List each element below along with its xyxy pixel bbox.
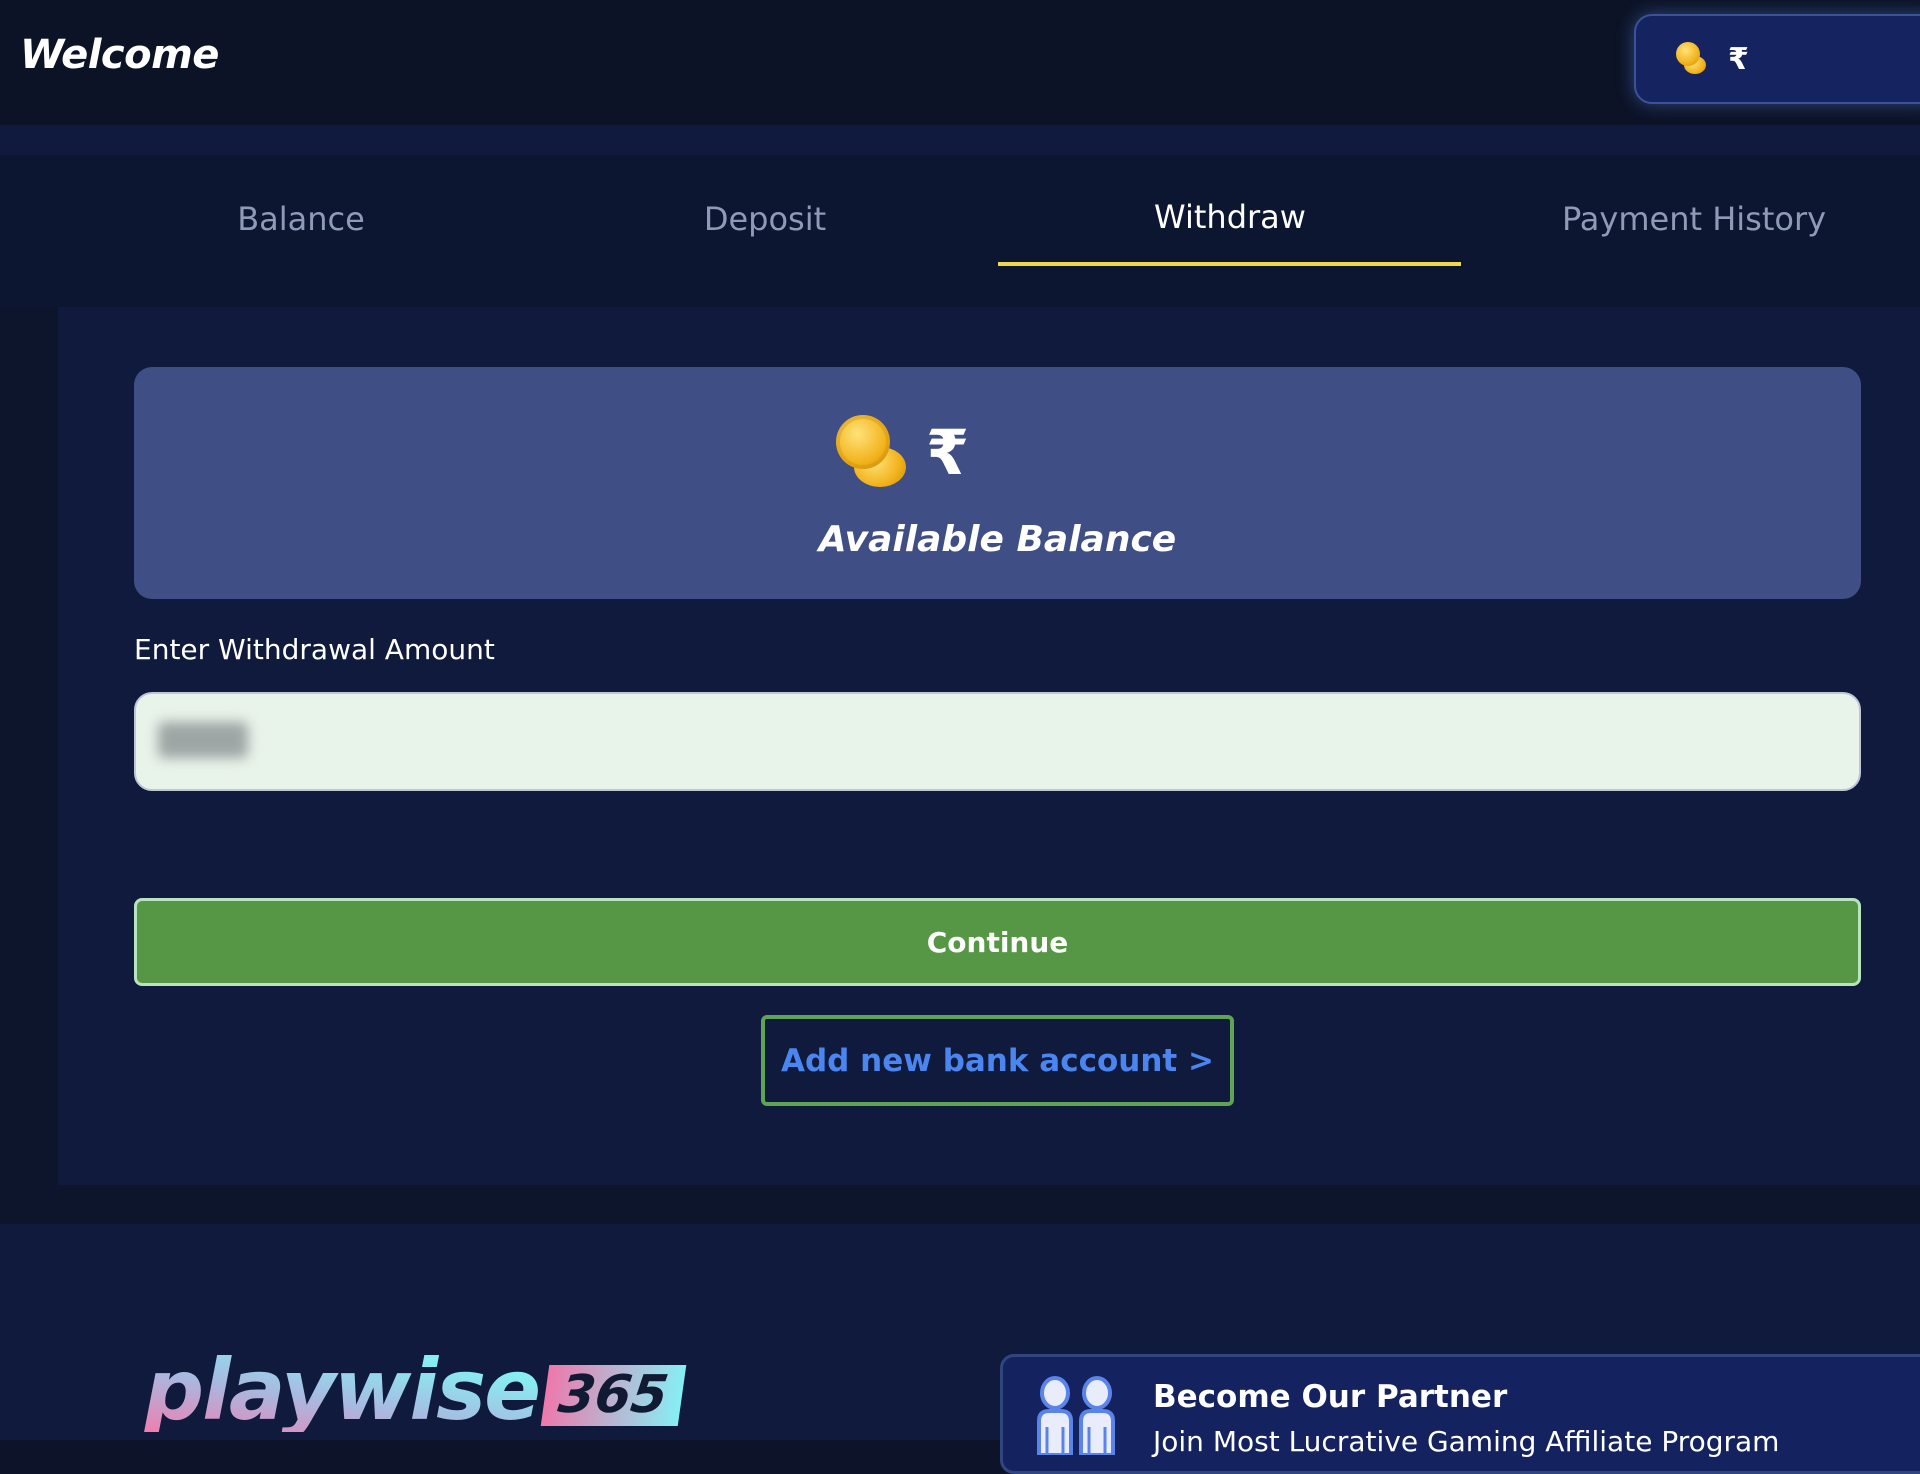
playwise-logo[interactable]: playwise 365 [144, 1348, 686, 1432]
rupee-symbol: ₹ [926, 416, 970, 489]
header-balance-pill[interactable]: ₹ [1634, 14, 1920, 104]
active-tab-indicator [998, 262, 1461, 266]
header-divider-strip [0, 125, 1920, 155]
partner-subtitle: Join Most Lucrative Gaming Affiliate Pro… [1153, 1425, 1780, 1458]
partner-title: Become Our Partner [1153, 1379, 1508, 1415]
footer: playwise 365 Become Our Partner Join Mos… [0, 1224, 1920, 1474]
available-balance-card: ₹ Available Balance [134, 367, 1861, 599]
become-partner-card[interactable]: Become Our Partner Join Most Lucrative G… [1000, 1354, 1920, 1474]
top-header: Welcome ₹ [0, 0, 1920, 125]
coins-icon [1676, 42, 1710, 76]
redacted-amount [158, 722, 248, 758]
welcome-title: Welcome [20, 32, 219, 78]
tab-balance[interactable]: Balance [69, 200, 533, 238]
partners-icon [1037, 1376, 1115, 1455]
logo-badge: 365 [540, 1364, 686, 1426]
left-gutter [0, 307, 58, 1185]
add-bank-account-button[interactable]: Add new bank account > [761, 1015, 1234, 1106]
wallet-tabs: Balance Deposit Withdraw Payment History [0, 155, 1920, 307]
withdrawal-amount-input[interactable] [134, 692, 1861, 791]
continue-button[interactable]: Continue [134, 898, 1861, 986]
tab-withdraw[interactable]: Withdraw [998, 198, 1462, 236]
coins-icon [836, 415, 912, 491]
tab-payment-history[interactable]: Payment History [1462, 200, 1920, 238]
footer-divider [0, 1185, 1920, 1224]
tab-deposit[interactable]: Deposit [533, 200, 997, 238]
available-balance-title: Available Balance [818, 519, 1177, 560]
withdrawal-amount-label: Enter Withdrawal Amount [134, 633, 495, 666]
logo-wordmark: playwise [144, 1341, 541, 1439]
rupee-symbol: ₹ [1728, 41, 1749, 77]
balance-amount-row: ₹ [836, 415, 969, 491]
